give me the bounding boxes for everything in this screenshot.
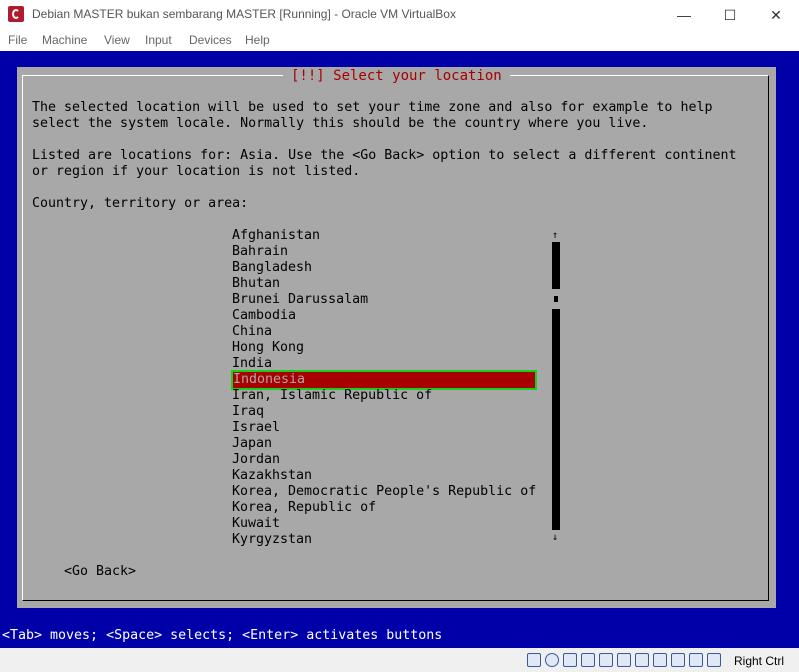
virtualbox-app-icon xyxy=(8,6,24,22)
audio-icon[interactable] xyxy=(563,653,577,667)
usb-icon[interactable] xyxy=(599,653,613,667)
cpu-icon[interactable] xyxy=(671,653,685,667)
maximize-button[interactable]: ☐ xyxy=(707,0,753,30)
list-item[interactable]: Brunei Darussalam xyxy=(232,292,534,308)
list-item[interactable]: Iraq xyxy=(232,404,534,420)
description-line-2: select the system locale. Normally this … xyxy=(32,116,649,131)
list-item[interactable]: China xyxy=(232,324,534,340)
list-item[interactable]: Korea, Republic of xyxy=(232,500,534,516)
list-prompt: Country, territory or area: xyxy=(32,196,249,211)
menu-view[interactable]: View xyxy=(104,33,130,47)
list-item[interactable]: Afghanistan xyxy=(232,228,534,244)
menu-help[interactable]: Help xyxy=(245,33,270,47)
menu-input[interactable]: Input xyxy=(145,33,172,47)
menu-file[interactable]: File xyxy=(8,33,27,47)
keyboard-help-text: <Tab> moves; <Space> selects; <Enter> ac… xyxy=(2,628,443,643)
scroll-up-arrow-icon[interactable]: ↑ xyxy=(552,230,558,241)
menu-bar: File Machine View Input Devices Help xyxy=(0,30,799,51)
close-button[interactable]: ✕ xyxy=(753,0,799,30)
help-line-bar: <Tab> moves; <Space> selects; <Enter> ac… xyxy=(0,627,799,645)
video-capture-icon[interactable] xyxy=(653,653,667,667)
minimize-button[interactable]: — xyxy=(661,0,707,30)
list-item[interactable]: Cambodia xyxy=(232,308,534,324)
keyboard-icon[interactable] xyxy=(707,653,721,667)
vm-display[interactable]: [!!] Select your location The selected l… xyxy=(0,51,799,648)
scroll-down-arrow-icon[interactable]: ↓ xyxy=(552,532,558,543)
menu-devices[interactable]: Devices xyxy=(189,33,232,47)
list-item[interactable]: Bahrain xyxy=(232,244,534,260)
optical-disk-icon[interactable] xyxy=(545,653,559,667)
network-icon[interactable] xyxy=(581,653,595,667)
window-title: Debian MASTER bukan sembarang MASTER [Ru… xyxy=(32,7,456,21)
display-icon[interactable] xyxy=(635,653,649,667)
host-key-label: Right Ctrl xyxy=(734,654,785,668)
list-scrollbar[interactable] xyxy=(552,242,560,530)
vbox-status-bar: Right Ctrl xyxy=(0,648,799,672)
installer-dialog: [!!] Select your location The selected l… xyxy=(17,67,776,608)
list-item[interactable]: Hong Kong xyxy=(232,340,534,356)
go-back-button[interactable]: <Go Back> xyxy=(64,564,136,580)
list-item-selected[interactable]: Indonesia xyxy=(231,370,537,390)
shared-folder-icon[interactable] xyxy=(617,653,631,667)
mouse-icon[interactable] xyxy=(689,653,703,667)
list-item[interactable]: Kazakhstan xyxy=(232,468,534,484)
list-item[interactable]: India xyxy=(232,356,534,372)
list-item[interactable]: Jordan xyxy=(232,452,534,468)
list-item[interactable]: Iran, Islamic Republic of xyxy=(232,388,534,404)
window-title-bar: Debian MASTER bukan sembarang MASTER [Ru… xyxy=(0,0,799,30)
hard-disk-icon[interactable] xyxy=(527,653,541,667)
list-item[interactable]: Korea, Democratic People's Republic of xyxy=(232,484,536,500)
list-item[interactable]: Bangladesh xyxy=(232,260,534,276)
scrollbar-thumb[interactable] xyxy=(552,289,560,309)
description-line-1: The selected location will be used to se… xyxy=(32,100,713,115)
menu-machine[interactable]: Machine xyxy=(42,33,87,47)
description-line-3: Listed are locations for: Asia. Use the … xyxy=(32,148,737,163)
list-item[interactable]: Bhutan xyxy=(232,276,534,292)
list-item[interactable]: Israel xyxy=(232,420,534,436)
list-item[interactable]: Japan xyxy=(232,436,534,452)
description-line-4: or region if your location is not listed… xyxy=(32,164,361,179)
list-item[interactable]: Kuwait xyxy=(232,516,534,532)
dialog-title: [!!] Select your location xyxy=(283,67,510,85)
list-item[interactable]: Kyrgyzstan xyxy=(232,532,534,548)
